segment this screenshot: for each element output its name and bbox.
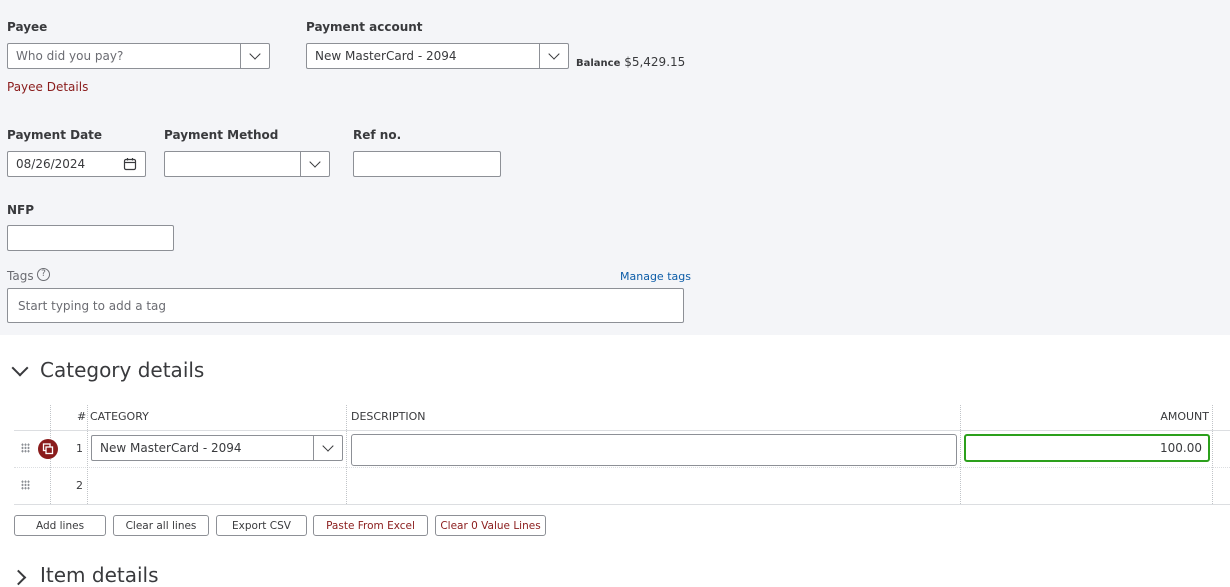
- category-dropdown-button[interactable]: [313, 436, 342, 460]
- payee-details-link[interactable]: Payee Details: [7, 80, 88, 94]
- column-divider: [1212, 405, 1213, 504]
- ref-no-label: Ref no.: [353, 128, 402, 142]
- clear-all-lines-button[interactable]: Clear all lines: [113, 515, 209, 536]
- nfp-input[interactable]: [7, 225, 174, 251]
- table-row-divider: [14, 467, 1230, 468]
- category-details-title[interactable]: Category details: [40, 358, 204, 382]
- copy-line-icon[interactable]: [38, 439, 58, 459]
- amount-input[interactable]: 100.00: [964, 434, 1210, 462]
- chevron-down-icon: [309, 156, 321, 168]
- payment-account-label: Payment account: [306, 20, 423, 34]
- manage-tags-link[interactable]: Manage tags: [620, 270, 691, 283]
- payee-placeholder: Who did you pay?: [16, 49, 124, 63]
- ref-no-input[interactable]: [353, 151, 501, 177]
- chevron-down-icon: [322, 440, 334, 452]
- chevron-down-icon: [11, 359, 29, 377]
- drag-handle-icon[interactable]: [21, 480, 30, 490]
- paste-from-excel-button[interactable]: Paste From Excel: [313, 515, 428, 536]
- column-header-category[interactable]: CATEGORY: [90, 410, 149, 423]
- column-divider: [960, 405, 961, 504]
- clear-zero-value-lines-button[interactable]: Clear 0 Value Lines: [435, 515, 546, 536]
- table-bottom-divider: [14, 504, 1230, 505]
- balance-value: $5,429.15: [624, 55, 686, 69]
- payment-account-select[interactable]: New MasterCard - 2094: [306, 43, 569, 69]
- row-number: 1: [76, 442, 83, 455]
- chevron-down-icon: [548, 48, 560, 60]
- tags-input[interactable]: Start typing to add a tag: [7, 288, 684, 323]
- payment-method-dropdown-button[interactable]: [300, 152, 329, 176]
- payment-method-select[interactable]: [164, 151, 330, 177]
- description-input[interactable]: [351, 434, 957, 466]
- item-details-toggle[interactable]: [10, 569, 27, 586]
- payment-account-dropdown-button[interactable]: [539, 44, 568, 68]
- payee-select[interactable]: Who did you pay?: [7, 43, 270, 69]
- payment-date-label: Payment Date: [7, 128, 103, 142]
- payment-date-value: 08/26/2024: [16, 157, 86, 171]
- payment-method-label: Payment Method: [164, 128, 279, 142]
- balance-label: Balance: [576, 58, 621, 69]
- calendar-icon[interactable]: [123, 157, 137, 171]
- category-value: New MasterCard - 2094: [100, 441, 242, 455]
- column-header-num: #: [77, 410, 87, 423]
- column-divider: [346, 405, 347, 504]
- category-details-toggle[interactable]: [11, 359, 29, 377]
- payment-account-value: New MasterCard - 2094: [315, 49, 457, 63]
- row-number: 2: [76, 479, 83, 492]
- tags-label: Tags: [7, 269, 34, 283]
- column-header-description[interactable]: DESCRIPTION: [351, 410, 425, 423]
- drag-handle-icon[interactable]: [21, 443, 30, 453]
- item-details-title[interactable]: Item details: [40, 563, 159, 587]
- column-divider: [87, 405, 88, 504]
- table-header-divider: [14, 430, 1230, 431]
- payment-date-input[interactable]: 08/26/2024: [7, 151, 146, 177]
- column-header-amount[interactable]: AMOUNT: [1160, 410, 1209, 423]
- chevron-down-icon: [249, 48, 261, 60]
- add-lines-button[interactable]: Add lines: [14, 515, 106, 536]
- tags-placeholder: Start typing to add a tag: [18, 298, 167, 313]
- balance-display: Balance $5,429.15: [576, 55, 685, 69]
- help-icon[interactable]: ?: [37, 268, 50, 281]
- payee-label: Payee: [7, 20, 48, 34]
- export-csv-button[interactable]: Export CSV: [216, 515, 307, 536]
- nfp-label: NFP: [7, 203, 35, 217]
- category-select[interactable]: New MasterCard - 2094: [91, 435, 343, 461]
- amount-value: 100.00: [1160, 441, 1202, 455]
- payee-dropdown-button[interactable]: [240, 44, 269, 68]
